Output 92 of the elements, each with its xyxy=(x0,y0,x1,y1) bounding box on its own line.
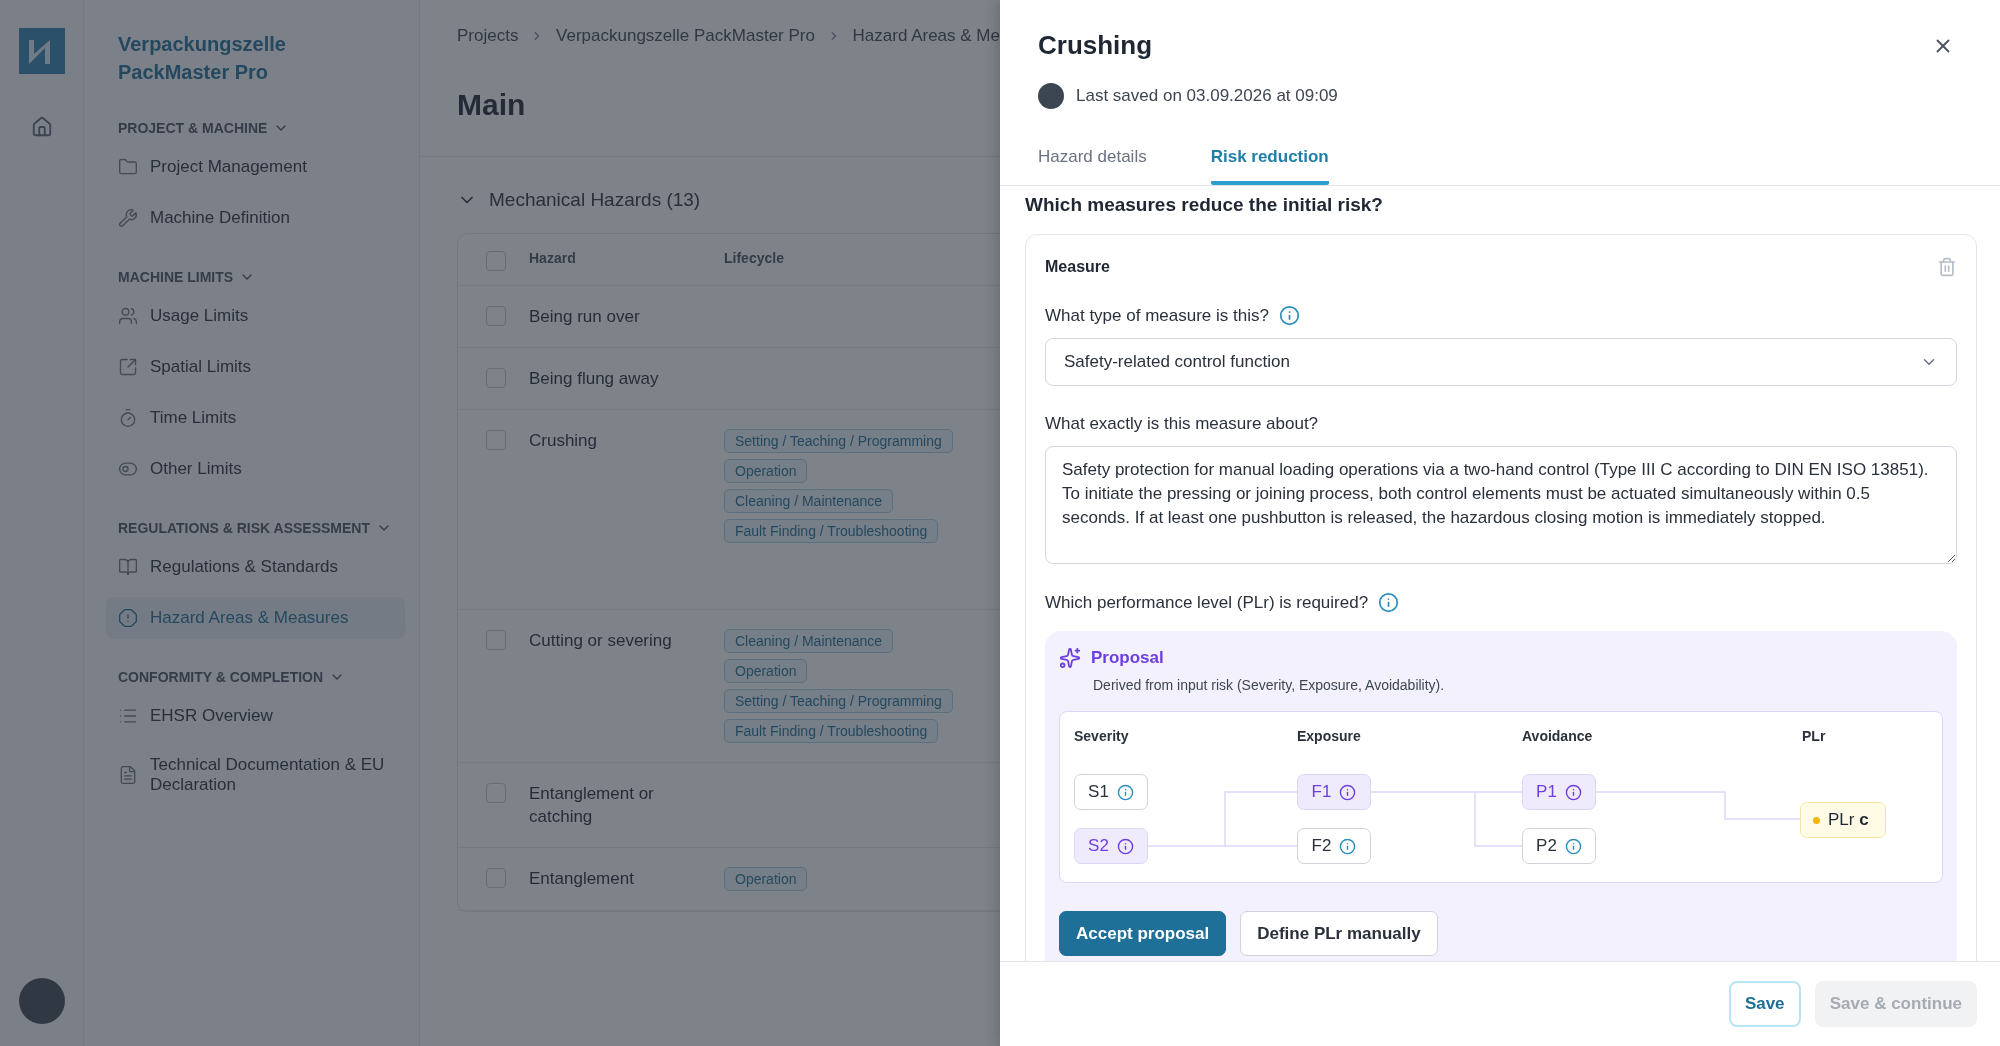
column-header: Severity xyxy=(1074,728,1129,744)
column-header: Avoidance xyxy=(1522,728,1593,744)
info-icon xyxy=(1339,837,1357,855)
risk-node[interactable]: F1 xyxy=(1297,774,1371,810)
lifecycle-tag: Operation xyxy=(724,867,808,891)
sidebar-item[interactable]: EHSR Overview xyxy=(106,695,405,737)
section-question: Which measures reduce the initial risk? xyxy=(1025,194,1384,216)
measure-type-select[interactable]: Safety-related control function xyxy=(1045,338,1957,386)
proposal-title: Proposal xyxy=(1091,648,1164,668)
lifecycle-tag: Fault Finding / Troubleshooting xyxy=(724,519,939,543)
sparkles-icon xyxy=(1059,647,1081,669)
panel-title: Crushing xyxy=(1038,30,1153,61)
field-label: Which performance level (PLr) is required? xyxy=(1045,592,1369,613)
lifecycle-tag: Operation xyxy=(724,659,808,683)
breadcrumb-link[interactable]: Verpackungszelle PackMaster Pro xyxy=(556,26,815,46)
accept-button[interactable]: Accept proposal xyxy=(1059,911,1227,956)
info-icon[interactable] xyxy=(1378,592,1400,613)
table-cell-text: Crushing xyxy=(529,430,599,452)
manual-button[interactable]: Define PLr manually xyxy=(1240,911,1438,956)
column-header: Exposure xyxy=(1297,728,1361,744)
lifecycle-tag: Fault Finding / Troubleshooting xyxy=(724,719,939,743)
book-icon xyxy=(118,557,138,577)
section-header[interactable]: PROJECT & MACHINE xyxy=(106,120,290,136)
lifecycle-tag: Cleaning / Maintenance xyxy=(724,489,894,513)
checkbox[interactable] xyxy=(486,368,506,388)
sidebar-item[interactable]: Other Limits xyxy=(106,448,405,490)
risk-node[interactable]: S2 xyxy=(1074,828,1148,864)
proposal-subtitle: Derived from input risk (Severity, Exposure, Avoidability). xyxy=(1093,677,1446,693)
info-icon xyxy=(1116,783,1134,801)
tab[interactable]: Risk reduction xyxy=(1210,147,1329,185)
sidebar-item[interactable]: Project Management xyxy=(106,146,405,188)
sidebar-item[interactable]: Hazard Areas & Measures xyxy=(106,597,405,639)
sidebar-item[interactable]: Machine Definition xyxy=(106,197,405,239)
sidebar-item[interactable]: Regulations & Standards xyxy=(106,546,405,588)
info-icon xyxy=(1564,783,1582,801)
table-cell-text: Entanglement xyxy=(529,868,635,890)
table-cell-text: Cutting or severing xyxy=(529,630,673,652)
project-title: Verpackungszelle PackMaster Pro xyxy=(118,32,287,85)
card-title: Measure xyxy=(1045,258,1110,276)
breadcrumb-link[interactable]: Hazard Areas & Me xyxy=(852,26,1000,46)
checkbox[interactable] xyxy=(486,630,506,650)
column-header: PLr xyxy=(1802,728,1826,744)
checkbox[interactable] xyxy=(486,783,506,803)
last-saved-text: Last saved on 03.09.2026 at 09:09 xyxy=(1076,86,1338,106)
users-icon xyxy=(118,306,138,326)
lifecycle-tag: Setting / Teaching / Programming xyxy=(724,689,953,713)
table-cell-text: Being flung away xyxy=(529,368,660,390)
info-icon xyxy=(1116,837,1134,855)
section-header[interactable]: MACHINE LIMITS xyxy=(106,269,256,285)
lifecycle-tag: Setting / Teaching / Programming xyxy=(724,429,953,453)
checkbox[interactable] xyxy=(486,868,506,888)
checkbox[interactable] xyxy=(486,251,506,271)
sidebar-item[interactable]: Time Limits xyxy=(106,397,405,439)
section-header[interactable]: CONFORMITY & COMPLETION xyxy=(106,669,346,685)
wrench-icon xyxy=(118,208,138,228)
document-icon xyxy=(118,765,138,785)
column-header: Hazard xyxy=(529,250,577,266)
risk-node[interactable]: P1 xyxy=(1522,774,1596,810)
table-cell-text: Entanglement or catching xyxy=(529,783,655,828)
description-field[interactable]: Safety protection for manual loading operations via a two-hand control (Type III C according to DIN EN ISO 13851). To initiate the pressing or joining process, both control elements must be actuated simultaneously within 0.5 seconds. If at least one pushbutton is released, the hazardous closing motion is immediately stopped. xyxy=(1045,446,1957,564)
field-label: What exactly is this measure about? xyxy=(1045,414,1319,434)
plr-result: PLr c xyxy=(1800,802,1886,838)
column-header: Lifecycle xyxy=(724,250,785,266)
home-icon[interactable] xyxy=(30,116,53,138)
sidebar-item[interactable]: Usage Limits xyxy=(106,295,405,337)
user-avatar[interactable] xyxy=(18,978,65,1024)
folder-icon xyxy=(118,157,138,177)
checkbox[interactable] xyxy=(486,306,506,326)
octagon-alert-icon xyxy=(118,608,138,628)
sidebar-item[interactable]: Technical Documentation & EU Declaration xyxy=(106,746,405,804)
tab[interactable]: Hazard details xyxy=(1038,147,1147,185)
info-icon[interactable] xyxy=(1278,305,1300,326)
timer-icon xyxy=(118,408,138,428)
risk-node[interactable]: S1 xyxy=(1074,774,1148,810)
risk-node[interactable]: F2 xyxy=(1297,828,1371,864)
info-icon xyxy=(1564,837,1582,855)
lifecycle-tag: Cleaning / Maintenance xyxy=(724,629,894,653)
user-avatar xyxy=(1038,83,1064,109)
logo-icon xyxy=(18,28,65,74)
field-label: What type of measure is this? xyxy=(1045,305,1269,326)
trash-icon[interactable] xyxy=(1937,257,1957,277)
save-button[interactable]: Save xyxy=(1728,981,1801,1027)
sidebar-item[interactable]: Spatial Limits xyxy=(106,346,405,388)
breadcrumb-link[interactable]: Projects xyxy=(457,26,519,46)
square-arrow-icon xyxy=(118,357,138,377)
section-toggle[interactable]: Mechanical Hazards (13) xyxy=(457,189,701,211)
lifecycle-tag: Operation xyxy=(724,459,808,483)
section-header[interactable]: REGULATIONS & RISK ASSESSMENT xyxy=(106,520,393,536)
info-icon xyxy=(1339,783,1357,801)
table-cell-text: Being run over xyxy=(529,306,641,328)
checkbox[interactable] xyxy=(486,430,506,450)
risk-node[interactable]: P2 xyxy=(1522,828,1596,864)
